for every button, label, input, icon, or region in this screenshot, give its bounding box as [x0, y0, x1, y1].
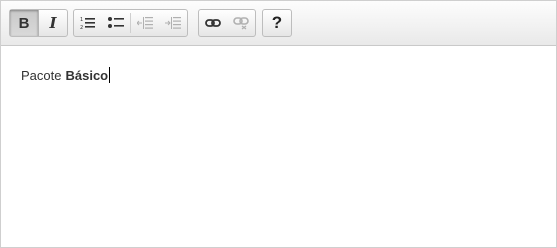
svg-text:2: 2 — [80, 25, 83, 30]
help-icon: ? — [271, 13, 283, 32]
bullet-list-icon — [108, 17, 124, 28]
outdent-icon — [137, 17, 153, 29]
bullet-list-button[interactable] — [102, 10, 130, 36]
bold-button[interactable]: B — [10, 10, 39, 36]
link-button[interactable] — [199, 10, 227, 36]
editor-toolbar: B I 1 2 ? — [1, 1, 556, 46]
unlink-icon — [233, 17, 249, 30]
rich-text-editor: B I 1 2 ? Pacote Básico — [0, 0, 557, 248]
link-icon — [205, 19, 221, 27]
svg-text:1: 1 — [80, 17, 83, 23]
italic-icon: I — [49, 14, 57, 32]
help-group: ? — [262, 9, 292, 37]
list-group: 1 2 — [73, 9, 188, 37]
unlink-button[interactable] — [227, 10, 255, 36]
ordered-list-button[interactable]: 1 2 — [74, 10, 102, 36]
ordered-list-icon: 1 2 — [80, 17, 95, 30]
indent-icon — [165, 17, 181, 29]
text-cursor — [109, 67, 111, 83]
help-button[interactable]: ? — [263, 10, 291, 36]
content-bold-text: Básico — [65, 67, 109, 83]
format-group: B I — [9, 9, 68, 37]
link-group — [198, 9, 256, 37]
editor-content[interactable]: Pacote Básico — [21, 67, 111, 83]
content-plain-text: Pacote — [21, 67, 62, 83]
bold-icon: B — [18, 14, 30, 32]
indent-button[interactable] — [159, 10, 187, 36]
italic-button[interactable]: I — [39, 10, 67, 36]
outdent-button[interactable] — [131, 10, 159, 36]
